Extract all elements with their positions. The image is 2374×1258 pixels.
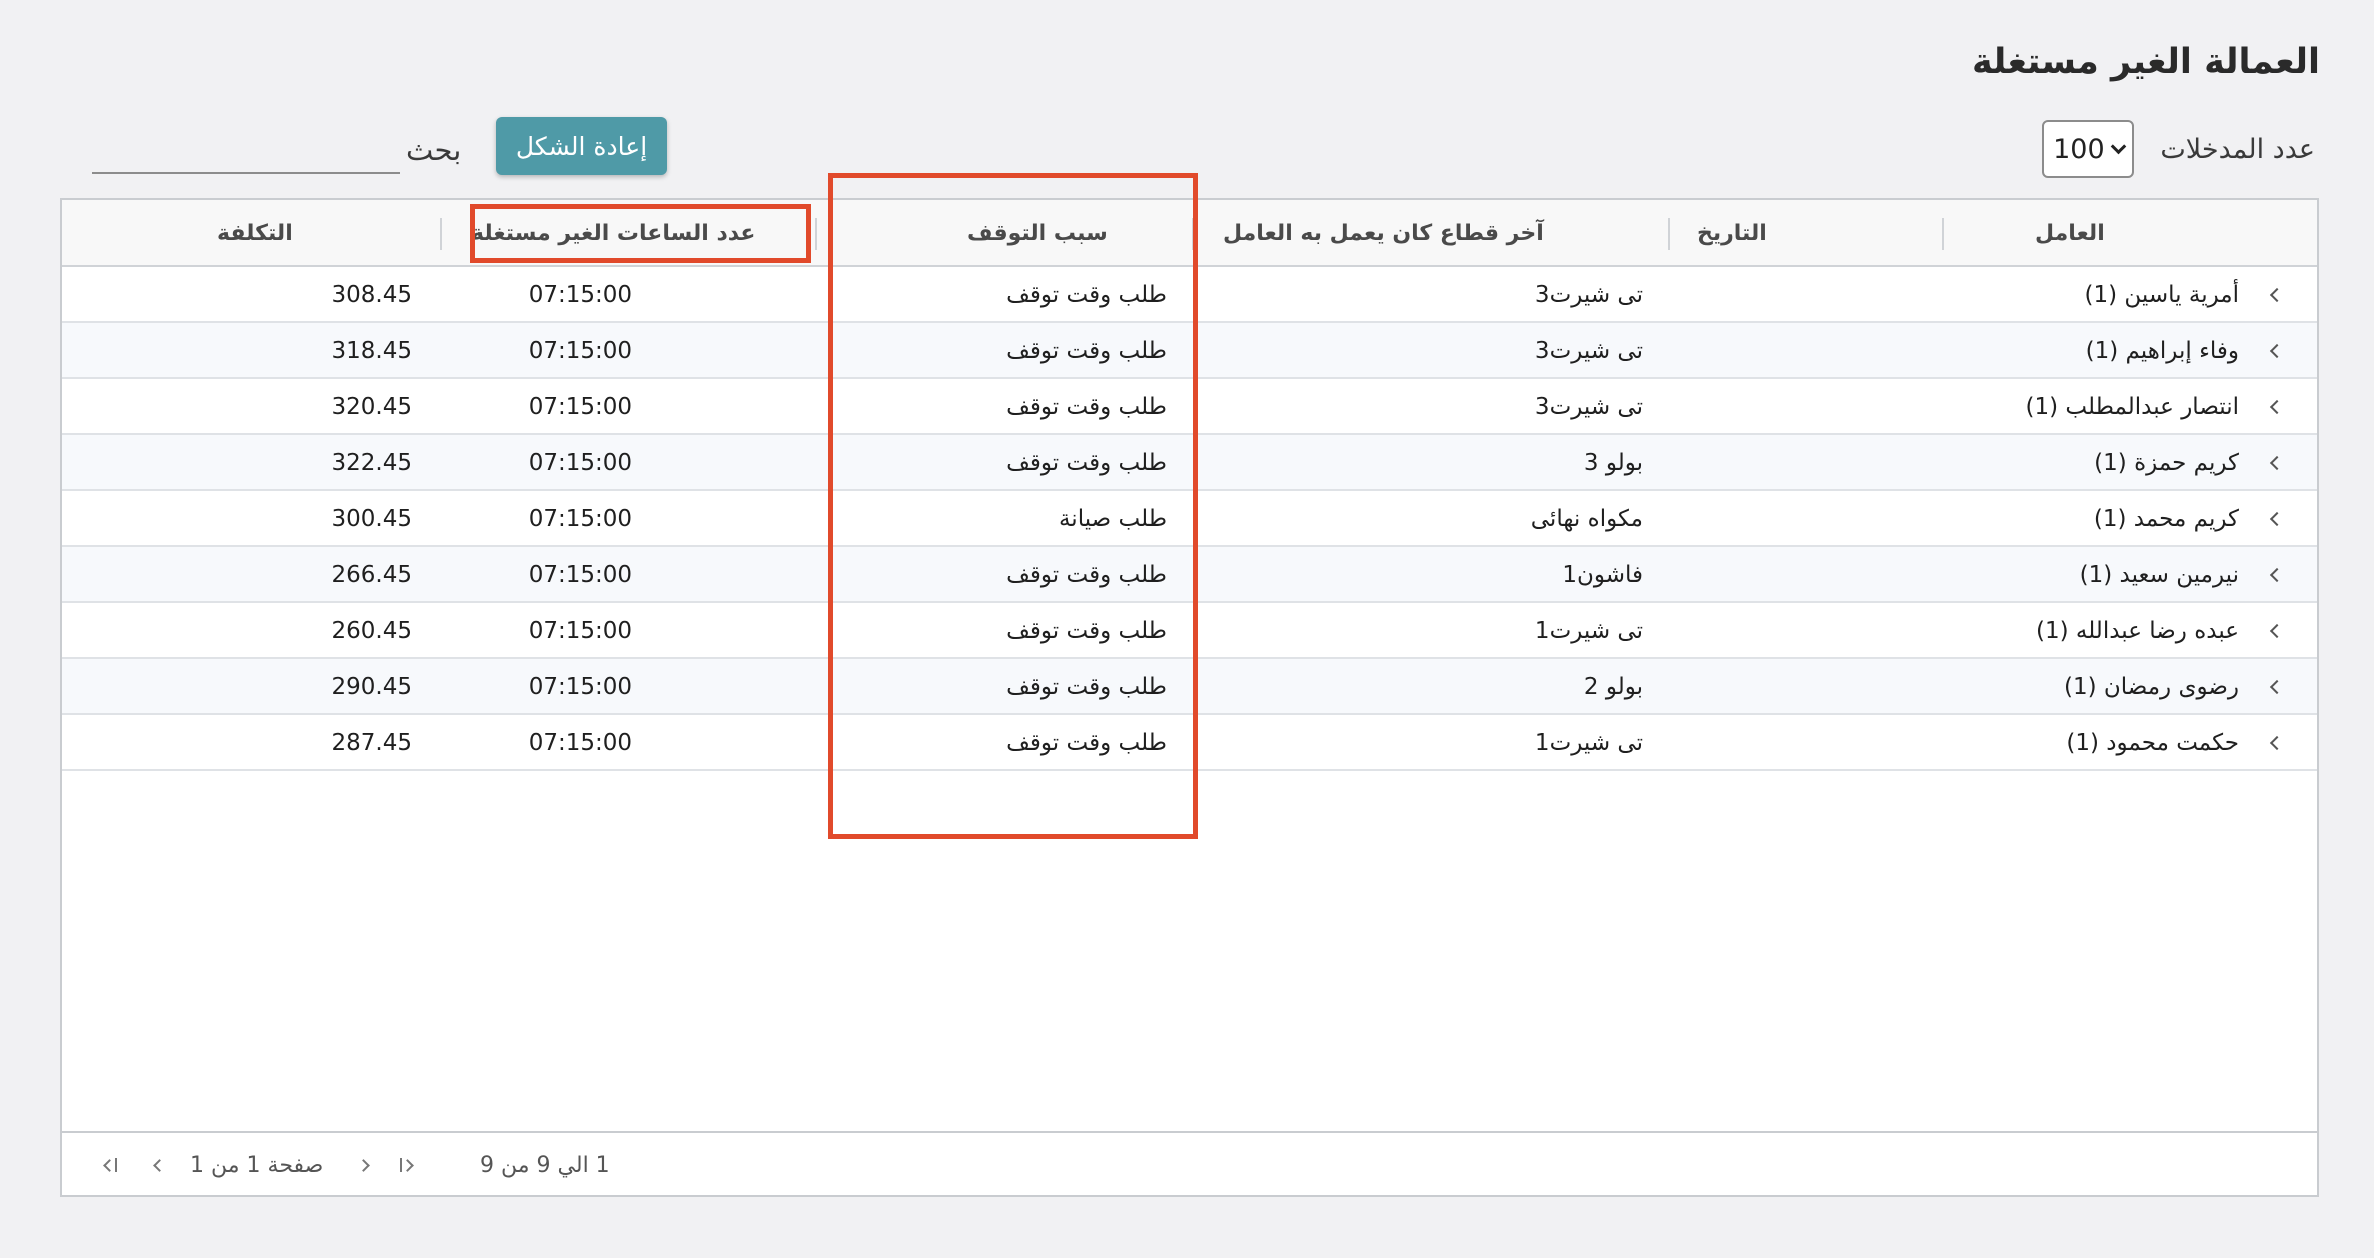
entries-value: 100 — [2053, 133, 2105, 165]
chevron-left-icon[interactable] — [2267, 491, 2287, 547]
last-page-icon[interactable] — [100, 1153, 122, 1177]
chevron-left-icon[interactable] — [2267, 267, 2287, 323]
table-row[interactable]: رضوى رمضان (1) بولو 2 طلب وقت توقف 07:15:00… — [62, 659, 2317, 715]
header-separator — [815, 218, 817, 250]
cell-stop-reason: طلب وقت توقف — [1006, 730, 1167, 756]
table-row[interactable]: كريم محمد (1) مكواه نهائى طلب صيانة 07:15:0… — [62, 491, 2317, 547]
cell-idle-hours: 07:15:00 — [528, 562, 632, 588]
cell-last-sector: تى شيرت3 — [1534, 338, 1643, 364]
cell-worker: انتصار عبدالمطلب (1) — [2025, 394, 2239, 420]
entries-label: عدد المدخلات — [2160, 133, 2315, 165]
cell-idle-hours: 07:15:00 — [528, 674, 632, 700]
header-stop-reason[interactable]: سبب التوقف — [967, 200, 1167, 267]
cell-cost: 260.45 — [331, 618, 412, 644]
cell-last-sector: بولو 2 — [1583, 674, 1643, 700]
cell-idle-hours: 07:15:00 — [528, 338, 632, 364]
cell-cost: 322.45 — [331, 450, 412, 476]
grid-header: العامل التاريخ آخر قطاع كان يعمل به العا… — [62, 200, 2317, 267]
chevron-left-icon[interactable] — [2267, 659, 2287, 715]
search-input[interactable] — [92, 132, 400, 174]
chevron-down-icon — [2110, 138, 2126, 154]
cell-idle-hours: 07:15:00 — [528, 618, 632, 644]
cell-idle-hours: 07:15:00 — [528, 450, 632, 476]
cell-cost: 266.45 — [331, 562, 412, 588]
table-row[interactable]: أمرية ياسين (1) تى شيرت3 طلب وقت توقف 07:15… — [62, 267, 2317, 323]
cell-last-sector: بولو 3 — [1583, 450, 1643, 476]
cell-stop-reason: طلب وقت توقف — [1006, 338, 1167, 364]
page-indicator: صفحة 1 من 1 — [190, 1152, 324, 1178]
cell-last-sector: فاشون1 — [1562, 562, 1643, 588]
cell-worker: كريم حمزة (1) — [2094, 450, 2239, 476]
cell-cost: 308.45 — [331, 282, 412, 308]
data-grid: العامل التاريخ آخر قطاع كان يعمل به العا… — [60, 198, 2319, 1197]
cell-idle-hours: 07:15:00 — [528, 394, 632, 420]
search-label: بحث — [406, 133, 462, 167]
reset-layout-button[interactable]: إعادة الشكل — [496, 117, 667, 175]
cell-stop-reason: طلب وقت توقف — [1006, 674, 1167, 700]
table-row[interactable]: انتصار عبدالمطلب (1) تى شيرت3 طلب وقت توقف… — [62, 379, 2317, 435]
cell-cost: 290.45 — [331, 674, 412, 700]
cell-stop-reason: طلب وقت توقف — [1006, 450, 1167, 476]
table-row[interactable]: كريم حمزة (1) بولو 3 طلب وقت توقف 07:15:00 3… — [62, 435, 2317, 491]
header-worker[interactable]: العامل — [2035, 200, 2295, 267]
cell-worker: عبده رضا عبدالله (1) — [2035, 618, 2239, 644]
chevron-left-icon[interactable] — [2267, 547, 2287, 603]
entries-select[interactable]: 100 — [2042, 120, 2135, 178]
table-row[interactable]: عبده رضا عبدالله (1) تى شيرت1 طلب وقت توقف… — [62, 603, 2317, 659]
cell-cost: 300.45 — [331, 506, 412, 532]
table-row[interactable]: وفاء إبراهيم (1) تى شيرت3 طلب وقت توقف 07:1… — [62, 323, 2317, 379]
chevron-left-icon[interactable] — [2267, 715, 2287, 771]
header-last-sector[interactable]: آخر قطاع كان يعمل به العامل — [1223, 200, 1643, 267]
header-separator — [1942, 218, 1944, 250]
header-date[interactable]: التاريخ — [1697, 200, 1917, 267]
header-separator — [1192, 218, 1194, 250]
next-page-icon[interactable] — [148, 1153, 170, 1177]
first-page-icon[interactable] — [394, 1153, 416, 1177]
chevron-left-icon[interactable] — [2267, 603, 2287, 659]
cell-stop-reason: طلب صيانة — [1058, 506, 1167, 532]
cell-cost: 318.45 — [331, 338, 412, 364]
chevron-left-icon[interactable] — [2267, 379, 2287, 435]
header-idle-hours[interactable]: عدد الساعات الغير مستغلة — [471, 200, 791, 267]
cell-worker: وفاء إبراهيم (1) — [2085, 338, 2239, 364]
cell-last-sector: تى شيرت3 — [1534, 394, 1643, 420]
cell-worker: رضوى رمضان (1) — [2063, 674, 2239, 700]
cell-cost: 287.45 — [331, 730, 412, 756]
cell-worker: نيرمين سعيد (1) — [2079, 562, 2239, 588]
table-row[interactable]: حكمت محمود (1) تى شيرت1 طلب وقت توقف 07:15:… — [62, 715, 2317, 771]
cell-last-sector: تى شيرت1 — [1534, 730, 1643, 756]
cell-worker: حكمت محمود (1) — [2066, 730, 2239, 756]
cell-last-sector: تى شيرت3 — [1534, 282, 1643, 308]
page-title: العمالة الغير مستغلة — [1971, 42, 2320, 82]
grid-footer: 1 الي 9 من 9 صفحة 1 من 1 — [62, 1131, 2317, 1195]
header-separator — [1668, 218, 1670, 250]
cell-stop-reason: طلب وقت توقف — [1006, 394, 1167, 420]
cell-last-sector: مكواه نهائى — [1530, 506, 1643, 532]
header-cost[interactable]: التكلفة — [217, 200, 417, 267]
cell-idle-hours: 07:15:00 — [528, 282, 632, 308]
chevron-left-icon[interactable] — [2267, 323, 2287, 379]
cell-idle-hours: 07:15:00 — [528, 730, 632, 756]
header-separator — [440, 218, 442, 250]
chevron-left-icon[interactable] — [2267, 435, 2287, 491]
cell-worker: أمرية ياسين (1) — [2084, 282, 2239, 308]
table-row[interactable]: نيرمين سعيد (1) فاشون1 طلب وقت توقف 07:15:0… — [62, 547, 2317, 603]
cell-stop-reason: طلب وقت توقف — [1006, 282, 1167, 308]
rows-range-text: 1 الي 9 من 9 — [480, 1152, 610, 1178]
cell-last-sector: تى شيرت1 — [1534, 618, 1643, 644]
previous-page-icon[interactable] — [352, 1153, 374, 1177]
cell-stop-reason: طلب وقت توقف — [1006, 562, 1167, 588]
entries-control: عدد المدخلات 100 — [2042, 120, 2315, 178]
cell-worker: كريم محمد (1) — [2093, 506, 2239, 532]
cell-stop-reason: طلب وقت توقف — [1006, 618, 1167, 644]
cell-cost: 320.45 — [331, 394, 412, 420]
cell-idle-hours: 07:15:00 — [528, 506, 632, 532]
